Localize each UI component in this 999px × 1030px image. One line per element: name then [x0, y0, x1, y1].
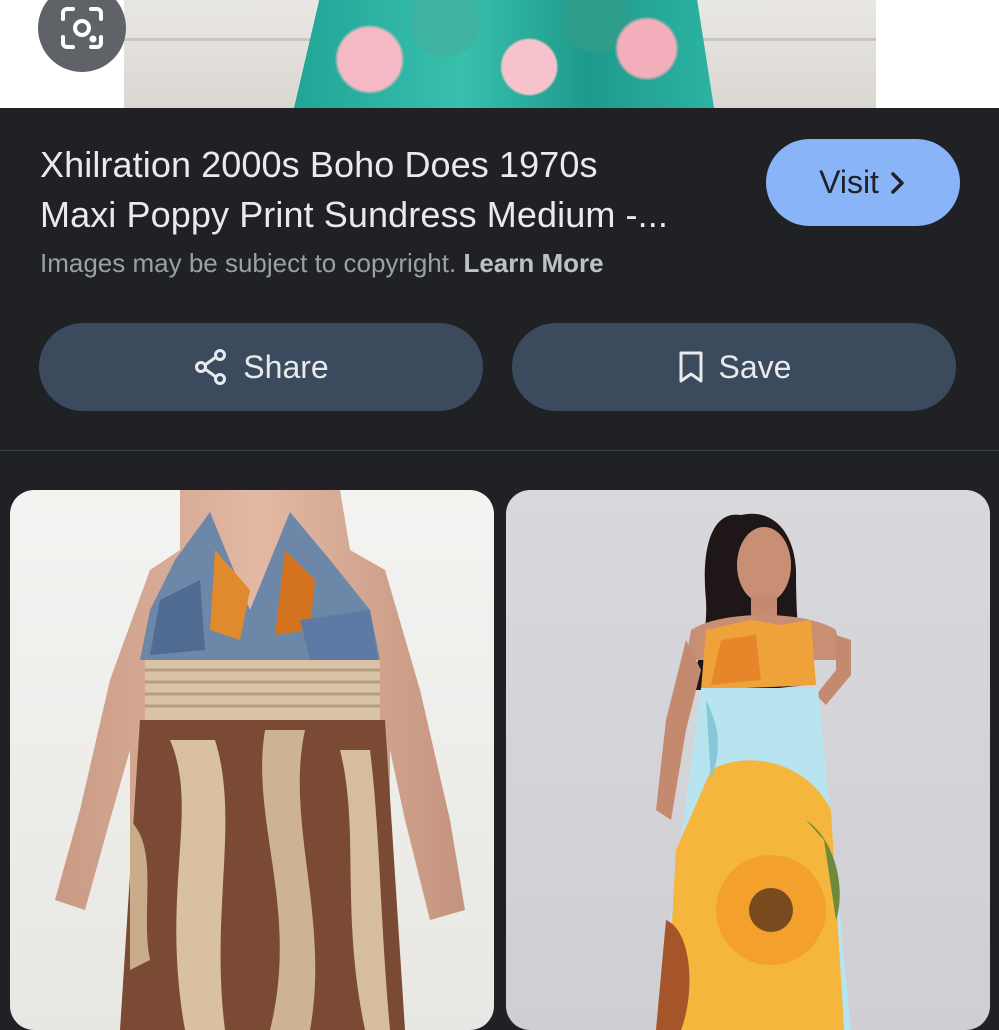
camera-search-icon — [61, 7, 103, 49]
related-result-card-2[interactable] — [506, 490, 990, 1030]
result-title-line-2: Maxi Poppy Print Sundress Medium -... — [40, 194, 668, 235]
woman-sunflower-dress-image — [656, 513, 851, 1030]
copyright-notice: Images may be subject to copyright. Lear… — [40, 248, 604, 279]
bookmark-icon — [679, 351, 703, 383]
related-result-card-1[interactable] — [10, 490, 494, 1030]
visit-label: Visit — [819, 164, 879, 200]
learn-more-link[interactable]: Learn More — [463, 248, 603, 278]
share-button[interactable]: Share — [39, 323, 483, 411]
section-divider — [0, 450, 999, 451]
share-icon — [195, 349, 227, 385]
save-button[interactable]: Save — [512, 323, 956, 411]
mannequin-dress-image — [55, 490, 465, 1030]
result-title[interactable]: Xhilration 2000s Boho Does 1970s Maxi Po… — [40, 140, 740, 240]
visit-button[interactable]: Visit — [766, 139, 960, 226]
floral-dress-image — [294, 0, 714, 108]
chevron-right-icon — [891, 171, 904, 194]
share-label: Share — [243, 348, 329, 385]
copyright-text: Images may be subject to copyright. — [40, 248, 457, 278]
save-label: Save — [718, 348, 792, 385]
hero-image[interactable] — [124, 0, 876, 108]
result-title-line-1: Xhilration 2000s Boho Does 1970s — [40, 144, 598, 185]
hero-image-area — [0, 0, 999, 108]
